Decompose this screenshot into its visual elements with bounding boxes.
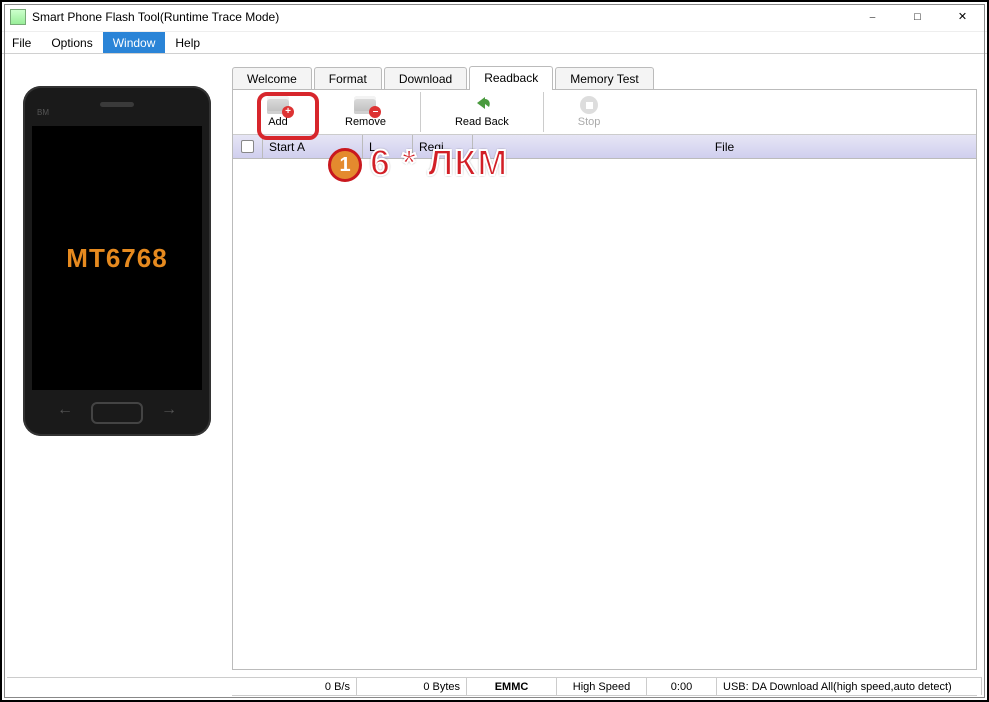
status-lead — [7, 678, 247, 695]
phone-panel: BM MT6768 ← → — [12, 66, 222, 700]
add-label: Add — [268, 116, 288, 128]
remove-button[interactable]: – Remove — [317, 92, 414, 132]
phone-illustration: BM MT6768 ← → — [23, 86, 211, 436]
phone-menu-icon: → — [161, 401, 177, 419]
status-speed: 0 B/s — [247, 678, 357, 695]
phone-home-button — [91, 402, 143, 424]
chip-label: MT6768 — [66, 243, 167, 274]
status-storage: EMMC — [467, 678, 557, 695]
phone-screen: MT6768 — [32, 126, 202, 390]
tabs: Welcome Format Download Readback Memory … — [232, 66, 977, 90]
tab-readback[interactable]: Readback — [469, 66, 553, 90]
tab-memory-test[interactable]: Memory Test — [555, 67, 653, 90]
annotation-badge-1: 1 — [328, 148, 362, 182]
annotation-text: 6 * ЛКМ — [370, 142, 508, 184]
database-remove-icon: – — [354, 96, 376, 114]
arrow-back-icon — [471, 96, 493, 114]
stop-icon — [580, 96, 598, 114]
add-button[interactable]: + Add — [239, 92, 317, 132]
readback-label: Read Back — [455, 116, 509, 128]
status-mode: High Speed — [557, 678, 647, 695]
remove-label: Remove — [345, 116, 386, 128]
tab-welcome[interactable]: Welcome — [232, 67, 312, 90]
col-file[interactable]: File — [473, 135, 976, 158]
phone-brand-mark: BM — [37, 108, 49, 117]
phone-speaker — [100, 102, 134, 107]
stop-label: Stop — [578, 116, 601, 128]
status-time: 0:00 — [647, 678, 717, 695]
tab-format[interactable]: Format — [314, 67, 382, 90]
col-checkbox[interactable] — [233, 135, 263, 158]
tab-download[interactable]: Download — [384, 67, 467, 90]
statusbar: 0 B/s 0 Bytes EMMC High Speed 0:00 USB: … — [7, 677, 982, 695]
phone-back-icon: ← — [57, 401, 73, 419]
toolbar: + Add – Remove Read Back — [233, 90, 976, 135]
database-add-icon: + — [267, 96, 289, 114]
table-body[interactable] — [233, 159, 976, 669]
stop-button[interactable]: Stop — [550, 92, 629, 132]
status-bytes: 0 Bytes — [357, 678, 467, 695]
status-usb: USB: DA Download All(high speed,auto det… — [717, 678, 982, 695]
checkbox-icon[interactable] — [241, 140, 254, 153]
readback-button[interactable]: Read Back — [427, 92, 537, 132]
